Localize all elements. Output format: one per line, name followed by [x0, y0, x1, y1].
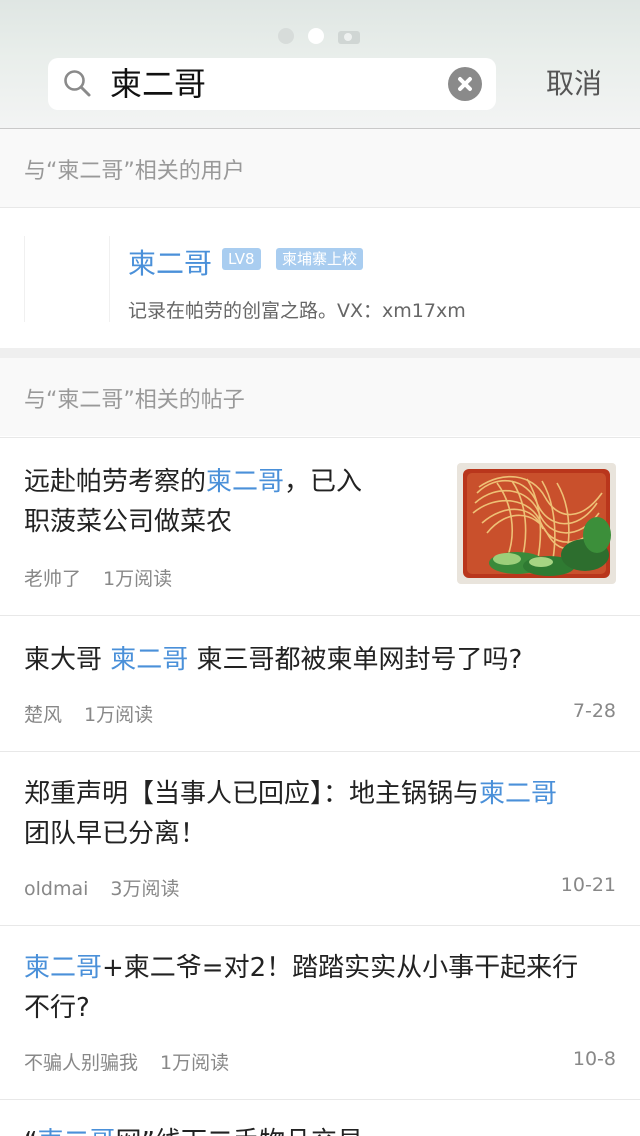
post-title-text: 柬大哥 [24, 645, 111, 675]
users-section-title: 与“柬二哥”相关的用户 [24, 159, 245, 184]
post-reads: 1万阅读 [160, 1052, 230, 1074]
post-title-text: 柬三哥都被柬单网封号了吗? [188, 645, 523, 675]
post-reads: 1万阅读 [84, 704, 154, 726]
post-item[interactable]: 柬大哥 柬二哥 柬三哥都被柬单网封号了吗? 楚风 1万阅读 7-28 [0, 616, 640, 751]
post-author[interactable]: 楚风 [24, 704, 62, 726]
user-result-card[interactable]: 柬二哥 LV8 柬埔寨上校 记录在帕劳的创富之路。VX：xm17xm [0, 208, 640, 348]
search-icon [64, 70, 91, 97]
page-dot-active [308, 28, 324, 44]
post-date: 7-28 [572, 700, 616, 722]
post-reads: 1万阅读 [103, 568, 173, 590]
post-meta: 老帅了 1万阅读 [24, 564, 172, 591]
post-item[interactable]: 郑重声明【当事人已回应】：地主锅锅与柬二哥 团队早已分离！ oldmai 3万阅读… [0, 752, 640, 925]
search-input[interactable] [110, 62, 430, 106]
post-author[interactable]: 老帅了 [24, 568, 81, 590]
user-name[interactable]: 柬二哥 [128, 242, 212, 282]
post-title-text: 网”线下二手物品交易 [116, 1127, 363, 1136]
search-bar[interactable] [48, 58, 496, 110]
post-title-text: 郑重声明【当事人已回应】：地主锅锅与 [24, 779, 480, 809]
post-date: 10-21 [560, 874, 616, 896]
post-title-text: 远赴帕劳考察的 [24, 467, 207, 497]
title-badge: 柬埔寨上校 [276, 248, 364, 270]
cancel-button[interactable]: 取消 [546, 64, 602, 104]
post-meta: 不骗人别骗我 1万阅读 [24, 1048, 229, 1075]
post-author[interactable]: oldmai [24, 878, 88, 900]
post-title[interactable]: 远赴帕劳考察的柬二哥，已入 职菠菜公司做菜农 [24, 462, 424, 542]
camera-icon [338, 28, 360, 44]
post-title[interactable]: 柬大哥 柬二哥 柬三哥都被柬单网封号了吗? [24, 640, 624, 680]
clear-search-icon[interactable] [448, 67, 482, 101]
post-item[interactable]: 柬二哥+柬二爷=对2！踏踏实实从小事干起来行 不行? 不骗人别骗我 1万阅读 10… [0, 926, 640, 1099]
post-title-text: +柬二爷=对2！踏踏实实从小事干起来行 [102, 953, 579, 983]
post-title-highlight: 柬二哥 [206, 467, 285, 497]
post-item[interactable]: “柬二哥网”线下二手物品交易 [0, 1100, 640, 1136]
post-title-text: 职菠菜公司做菜农 [24, 507, 233, 537]
post-title-highlight: 柬二哥 [37, 1127, 115, 1136]
post-title-text: “ [24, 1127, 37, 1136]
page-indicator [278, 28, 360, 44]
post-title-highlight: 柬二哥 [479, 779, 558, 809]
post-title[interactable]: 柬二哥+柬二爷=对2！踏踏实实从小事干起来行 不行? [24, 948, 624, 1028]
post-title-highlight: 柬二哥 [110, 645, 189, 675]
post-reads: 3万阅读 [110, 878, 180, 900]
post-title-text: 团队早已分离！ [24, 819, 207, 849]
posts-section-title: 与“柬二哥”相关的帖子 [24, 388, 245, 413]
post-date: 10-8 [572, 1048, 616, 1070]
level-badge: LV8 [222, 248, 261, 270]
post-title-highlight: 柬二哥 [24, 953, 103, 983]
post-meta: 楚风 1万阅读 [24, 700, 153, 727]
post-title-text: ，已入 [284, 467, 363, 497]
avatar[interactable] [24, 236, 110, 322]
post-title-text: 不行? [24, 993, 90, 1023]
post-meta: oldmai 3万阅读 [24, 874, 180, 901]
post-title[interactable]: 郑重声明【当事人已回应】：地主锅锅与柬二哥 团队早已分离！ [24, 774, 624, 854]
users-section-header: 与“柬二哥”相关的用户 [0, 129, 640, 207]
post-title[interactable]: “柬二哥网”线下二手物品交易 [24, 1122, 624, 1136]
post-thumbnail-image[interactable] [457, 463, 616, 584]
section-gap [0, 348, 640, 358]
post-author[interactable]: 不骗人别骗我 [24, 1052, 138, 1074]
user-description: 记录在帕劳的创富之路。VX：xm17xm [128, 300, 466, 322]
posts-section-header: 与“柬二哥”相关的帖子 [0, 358, 640, 436]
page-dot [278, 28, 294, 44]
